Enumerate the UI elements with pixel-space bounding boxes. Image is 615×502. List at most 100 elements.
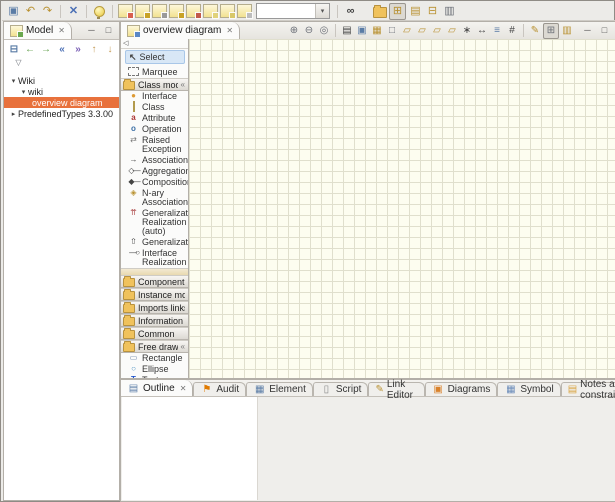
create-diagram-button-2[interactable] — [135, 4, 150, 19]
collapse-all-button[interactable]: ⊟ — [8, 43, 20, 55]
palette-drawer-free-drawing[interactable]: Free drawing « — [121, 340, 188, 353]
palette-tool-marquee[interactable]: Marquee — [121, 65, 188, 78]
expand-icon[interactable]: ▾ — [9, 77, 18, 85]
close-icon[interactable]: ✕ — [226, 26, 233, 35]
save-button[interactable]: ▣ — [6, 4, 21, 19]
create-diagram-button-7[interactable] — [220, 4, 235, 19]
perspective-modeling-button[interactable]: ⊞ — [389, 3, 406, 20]
diagram-context-combo[interactable]: ▾ — [256, 3, 330, 19]
palette-item-raised-exception[interactable]: ⇄ Raised Exception — [121, 135, 188, 155]
forward-button[interactable]: → — [40, 43, 52, 55]
create-diagram-button-3[interactable] — [152, 4, 167, 19]
outline-view-content[interactable] — [122, 397, 258, 500]
tip-button[interactable] — [92, 4, 107, 19]
palette-item-ellipse[interactable]: ○ Ellipse — [121, 364, 188, 375]
palette-item-rectangle[interactable]: ▭ Rectangle — [121, 353, 188, 364]
minimize-button[interactable]: ─ — [84, 23, 99, 38]
palette-drawer-imports-links[interactable]: Imports links — [121, 301, 188, 314]
back-button[interactable]: ← — [24, 43, 36, 55]
create-diagram-button-1[interactable] — [118, 4, 133, 19]
auto-size-button[interactable]: ∗ — [460, 24, 474, 38]
show-frame-button[interactable]: □ — [385, 24, 399, 38]
tab-link-editor[interactable]: ✎ Link Editor — [368, 382, 424, 396]
create-diagram-button-5[interactable] — [186, 4, 201, 19]
tree-item-overview-diagram[interactable]: overview diagram — [4, 97, 119, 108]
align-left-button[interactable]: ▱ — [400, 24, 414, 38]
tab-element[interactable]: ▦ Element — [246, 382, 313, 396]
palette-item-generalization[interactable]: ⇧ Generalization — [121, 237, 188, 248]
palette-item-attribute[interactable]: a Attribute — [121, 113, 188, 124]
perspective-button-4[interactable]: ▥ — [442, 4, 457, 19]
maximize-button[interactable]: □ — [101, 23, 116, 38]
maximize-button[interactable]: □ — [597, 23, 612, 38]
zoom-fit-button[interactable]: ◎ — [317, 24, 331, 38]
palette-item-partial[interactable] — [121, 268, 188, 275]
tab-outline[interactable]: ▤ Outline ✕ — [121, 380, 193, 396]
palette-item-interface[interactable]: ● Interface — [121, 91, 188, 102]
columns-button[interactable]: ▥ — [560, 24, 574, 38]
tab-notes-and-constraints[interactable]: ▤ Notes and constraints — [561, 382, 615, 396]
tab-script[interactable]: ▯ Script — [313, 382, 369, 396]
palette-item-composition[interactable]: ◆— Composition — [121, 177, 188, 188]
palette-collapse-button[interactable]: ◁ — [121, 39, 188, 49]
distribute-button[interactable]: ≡ — [490, 24, 504, 38]
pencil-edit-button[interactable]: ✎ — [528, 24, 542, 38]
palette-drawer-instance-model[interactable]: Instance model — [121, 288, 188, 301]
fit-width-button[interactable]: ↔ — [475, 24, 489, 38]
perspective-button-3[interactable]: ⊟ — [425, 4, 440, 19]
palette-tool-select[interactable]: ↖ Select — [125, 50, 185, 64]
palette-item-interface-realization[interactable]: —○ Interface Realization — [121, 248, 188, 268]
tree-item-predefined-types[interactable]: ▸ PredefinedTypes 3.3.00 — [4, 108, 119, 119]
model-view-tab[interactable]: Model ✕ — [4, 22, 72, 39]
move-up-button[interactable]: ↑ — [88, 43, 100, 55]
align-center-button[interactable]: ▱ — [415, 24, 429, 38]
zoom-out-button[interactable]: ⊖ — [302, 24, 316, 38]
zoom-in-button[interactable]: ⊕ — [287, 24, 301, 38]
next-related-button[interactable]: » — [72, 43, 84, 55]
configure-tools-button[interactable]: ✕ — [66, 4, 81, 19]
grid-visibility-button[interactable]: # — [505, 24, 519, 38]
style-button[interactable]: ▦ — [370, 24, 384, 38]
palette-item-class[interactable]: Class — [121, 102, 188, 113]
redo-button[interactable]: ↷ — [40, 4, 55, 19]
move-down-button[interactable]: ↓ — [104, 43, 116, 55]
palette-item-aggregation[interactable]: ◇— Aggregation — [121, 166, 188, 177]
create-diagram-button-6[interactable] — [203, 4, 218, 19]
expand-icon[interactable]: ▾ — [19, 88, 28, 96]
print-button[interactable]: ▤ — [340, 24, 354, 38]
align-top-button[interactable]: ▱ — [445, 24, 459, 38]
close-icon[interactable]: ✕ — [180, 384, 187, 393]
tree-item-wiki-package[interactable]: ▾ wiki — [4, 86, 119, 97]
create-diagram-button-4[interactable] — [169, 4, 184, 19]
previous-related-button[interactable]: « — [56, 43, 68, 55]
undo-button[interactable]: ↶ — [23, 4, 38, 19]
close-icon[interactable]: ✕ — [58, 26, 65, 35]
diagram-canvas[interactable] — [189, 39, 615, 378]
perspective-button-2[interactable]: ▤ — [408, 4, 423, 19]
palette-drawer-information-flows[interactable]: Information Flo... — [121, 314, 188, 327]
view-menu-button[interactable]: ▽ — [12, 56, 25, 69]
minimize-button[interactable]: ─ — [580, 23, 595, 38]
open-perspective-button[interactable] — [372, 4, 387, 19]
snap-to-grid-button[interactable]: ⊞ — [543, 23, 559, 39]
tab-diagrams[interactable]: ▣ Diagrams — [425, 382, 498, 396]
palette-drawer-common[interactable]: Common — [121, 327, 188, 340]
create-diagram-button-8[interactable] — [237, 4, 252, 19]
drawer-pin-icon[interactable]: « — [181, 342, 185, 351]
drawer-pin-icon[interactable]: « — [181, 80, 185, 89]
palette-drawer-component-model[interactable]: Component mo... — [121, 275, 188, 288]
palette-item-generalization-auto[interactable]: ⇈ Generalizatio... Realization (auto) — [121, 208, 188, 237]
combo-dropdown-icon[interactable]: ▾ — [315, 4, 329, 18]
palette-item-operation[interactable]: o Operation — [121, 124, 188, 135]
save-image-button[interactable]: ▣ — [355, 24, 369, 38]
palette-item-nary-association[interactable]: ◈ N-ary Association — [121, 188, 188, 208]
tab-symbol[interactable]: ▦ Symbol — [497, 382, 560, 396]
search-button[interactable]: ∞ — [343, 4, 358, 19]
palette-item-association[interactable]: → Association — [121, 155, 188, 166]
collapse-icon[interactable]: ▸ — [9, 110, 18, 118]
palette-item-text[interactable]: T Text — [121, 375, 188, 378]
align-right-button[interactable]: ▱ — [430, 24, 444, 38]
tree-item-wiki-project[interactable]: ▾ Wiki — [4, 75, 119, 86]
tab-audit[interactable]: ⚑ Audit — [193, 382, 246, 396]
palette-drawer-class-model[interactable]: Class model « — [121, 78, 188, 91]
